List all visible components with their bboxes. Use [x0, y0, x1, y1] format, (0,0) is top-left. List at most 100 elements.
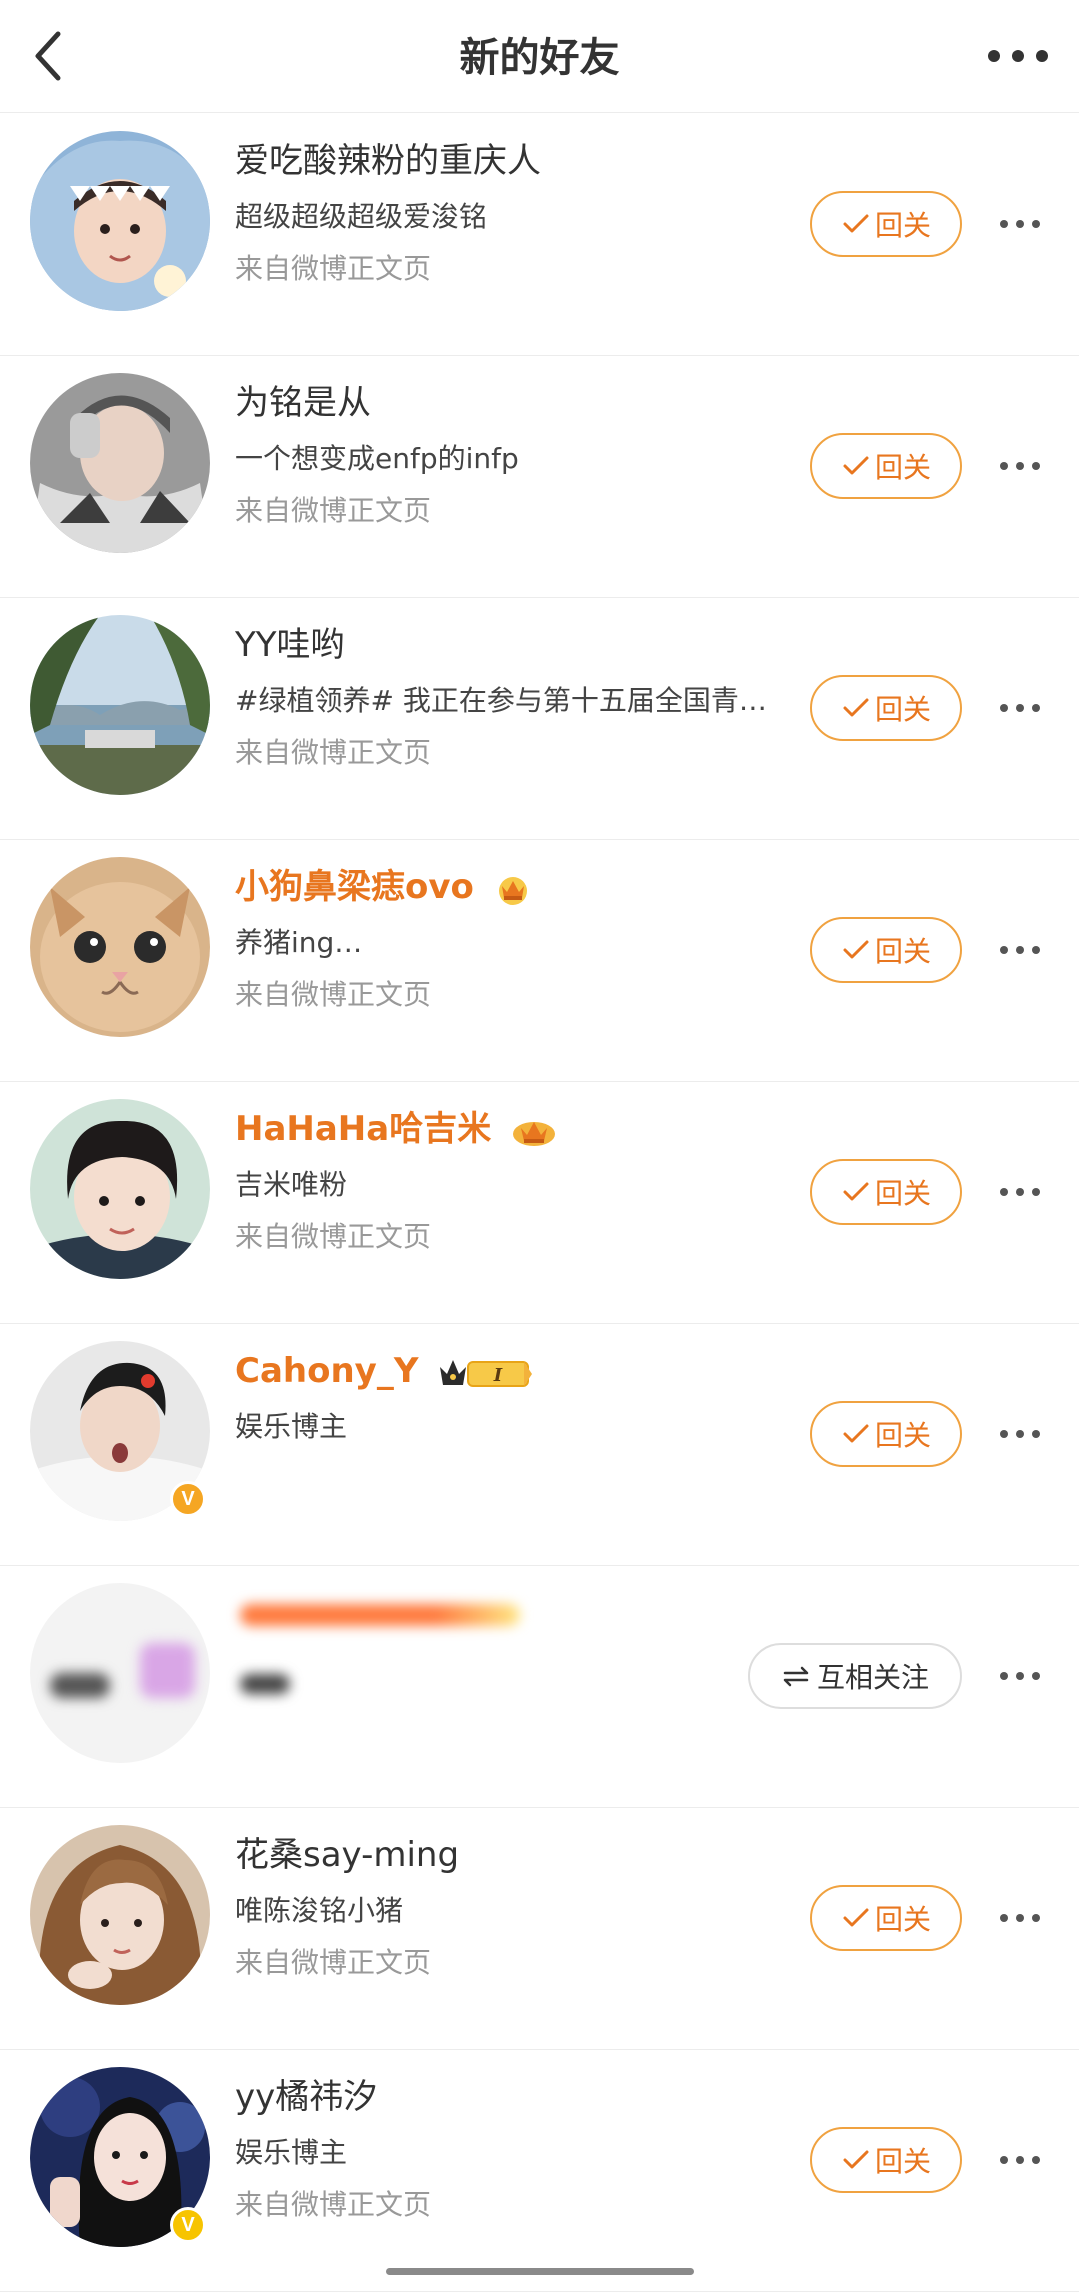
friend-name[interactable]: Cahony_Y I — [235, 1346, 534, 1396]
check-icon — [843, 2150, 869, 2169]
more-dots-icon — [1000, 946, 1040, 954]
friend-row[interactable]: 爱吃酸辣粉的重庆人 超级超级超级爱浚铭 来自微博正文页 回关 — [0, 114, 1079, 356]
friend-row-blurred[interactable]: 互相关注 — [0, 1566, 1079, 1808]
avatar[interactable] — [30, 1099, 210, 1279]
vip-crown-icon — [513, 1121, 556, 1146]
friend-name-text: HaHaHa哈吉米 — [235, 1109, 492, 1149]
row-more-button[interactable] — [996, 938, 1044, 962]
friend-source: 来自微博正文页 — [235, 1946, 432, 1979]
friend-name[interactable]: yy橘祎汐 — [235, 2072, 377, 2122]
follow-back-label: 回关 — [874, 209, 931, 242]
svg-text:I: I — [493, 1365, 503, 1386]
blurred-bio — [240, 1674, 290, 1694]
check-icon — [843, 698, 869, 717]
friend-row[interactable]: V Cahony_Y I 娱乐博主 回关 — [0, 1324, 1079, 1566]
friend-row[interactable]: HaHaHa哈吉米 吉米唯粉 来自微博正文页 回关 — [0, 1082, 1079, 1324]
avatar-blurred[interactable] — [30, 1583, 210, 1763]
blurred-name — [240, 1604, 520, 1626]
follow-back-button[interactable]: 回关 — [810, 1885, 962, 1951]
friend-row[interactable]: V yy橘祎汐 娱乐博主 来自微博正文页 回关 — [0, 2050, 1079, 2292]
avatar[interactable] — [30, 1825, 210, 2005]
friend-name[interactable]: 花桑say-ming — [235, 1830, 459, 1880]
friend-source: 来自微博正文页 — [235, 736, 432, 769]
page-title: 新的好友 — [459, 35, 620, 81]
friend-source: 来自微博正文页 — [235, 1220, 432, 1253]
check-icon — [843, 940, 869, 959]
friend-source: 来自微博正文页 — [235, 252, 432, 285]
follow-back-button[interactable]: 回关 — [810, 1401, 962, 1467]
row-more-button[interactable] — [996, 1180, 1044, 1204]
friend-name[interactable]: 小狗鼻梁痣ovo — [235, 862, 532, 912]
more-dots-icon — [1000, 462, 1040, 470]
vip-level-badge-icon: I — [440, 1359, 533, 1387]
row-more-button[interactable] — [996, 212, 1044, 236]
friend-name-text: Cahony_Y — [235, 1351, 419, 1391]
avatar[interactable] — [30, 131, 210, 311]
friend-name[interactable]: HaHaHa哈吉米 — [235, 1104, 557, 1154]
friend-source: 来自微博正文页 — [235, 494, 432, 527]
row-more-button[interactable] — [996, 2148, 1044, 2172]
follow-back-label: 回关 — [874, 1903, 931, 1936]
follow-back-label: 回关 — [874, 451, 931, 484]
follow-back-label: 回关 — [874, 1419, 931, 1452]
friend-source: 来自微博正文页 — [235, 2188, 432, 2221]
friend-row[interactable]: 为铭是从 一个想变成enfp的infp 来自微博正文页 回关 — [0, 356, 1079, 598]
friend-name[interactable]: YY哇哟 — [235, 620, 345, 670]
more-dots-icon — [1000, 1430, 1040, 1438]
check-icon — [843, 1908, 869, 1927]
swap-arrows-icon — [783, 1666, 809, 1687]
avatar[interactable] — [30, 857, 210, 1037]
more-dots-icon — [988, 50, 1048, 62]
follow-back-label: 回关 — [874, 935, 931, 968]
row-more-button[interactable] — [996, 1906, 1044, 1930]
check-icon — [843, 1182, 869, 1201]
follow-back-button[interactable]: 回关 — [810, 917, 962, 983]
follow-back-button[interactable]: 回关 — [810, 2127, 962, 2193]
vip-crown-icon — [498, 876, 527, 905]
check-icon — [843, 456, 869, 475]
verified-badge-icon: V — [170, 1481, 206, 1517]
mutual-follow-button[interactable]: 互相关注 — [748, 1643, 962, 1709]
friend-source: 来自微博正文页 — [235, 978, 432, 1011]
friend-bio: 养猪ing… — [235, 926, 363, 959]
mutual-follow-label: 互相关注 — [816, 1661, 929, 1694]
follow-back-button[interactable]: 回关 — [810, 675, 962, 741]
follow-back-button[interactable]: 回关 — [810, 433, 962, 499]
row-more-button[interactable] — [996, 696, 1044, 720]
check-icon — [843, 214, 869, 233]
friend-name[interactable]: 爱吃酸辣粉的重庆人 — [235, 136, 541, 186]
more-dots-icon — [1000, 220, 1040, 228]
nav-bar: 新的好友 — [0, 0, 1079, 113]
more-dots-icon — [1000, 1188, 1040, 1196]
more-dots-icon — [1000, 1914, 1040, 1922]
more-options-button[interactable] — [985, 38, 1051, 74]
friend-row[interactable]: 花桑say-ming 唯陈浚铭小猪 来自微博正文页 回关 — [0, 1808, 1079, 2050]
friend-list: 爱吃酸辣粉的重庆人 超级超级超级爱浚铭 来自微博正文页 回关 为铭是从 一个想变… — [0, 114, 1079, 2292]
follow-back-label: 回关 — [874, 2145, 931, 2178]
follow-back-button[interactable]: 回关 — [810, 191, 962, 257]
avatar[interactable] — [30, 373, 210, 553]
more-dots-icon — [1000, 704, 1040, 712]
more-dots-icon — [1000, 1672, 1040, 1680]
friend-name-text: 小狗鼻梁痣ovo — [235, 867, 474, 907]
more-dots-icon — [1000, 2156, 1040, 2164]
friend-bio: 一个想变成enfp的infp — [235, 442, 519, 475]
row-more-button[interactable] — [996, 1664, 1044, 1688]
friend-name[interactable]: 为铭是从 — [235, 378, 371, 428]
friend-bio: #绿植领养# 我正在参与第十五届全国青… — [235, 684, 767, 717]
friend-bio: 娱乐博主 — [235, 1410, 348, 1443]
friend-bio: 唯陈浚铭小猪 — [235, 1894, 404, 1927]
friend-row[interactable]: YY哇哟 #绿植领养# 我正在参与第十五届全国青… 来自微博正文页 回关 — [0, 598, 1079, 840]
follow-back-label: 回关 — [874, 693, 931, 726]
friend-bio: 超级超级超级爱浚铭 — [235, 200, 488, 233]
verified-badge-icon: V — [170, 2207, 206, 2243]
row-more-button[interactable] — [996, 454, 1044, 478]
follow-back-button[interactable]: 回关 — [810, 1159, 962, 1225]
friend-bio: 吉米唯粉 — [235, 1168, 348, 1201]
avatar[interactable] — [30, 615, 210, 795]
friend-bio: 娱乐博主 — [235, 2136, 348, 2169]
home-indicator[interactable] — [386, 2268, 694, 2275]
row-more-button[interactable] — [996, 1422, 1044, 1446]
friend-row[interactable]: 小狗鼻梁痣ovo 养猪ing… 来自微博正文页 回关 — [0, 840, 1079, 1082]
check-icon — [843, 1424, 869, 1443]
